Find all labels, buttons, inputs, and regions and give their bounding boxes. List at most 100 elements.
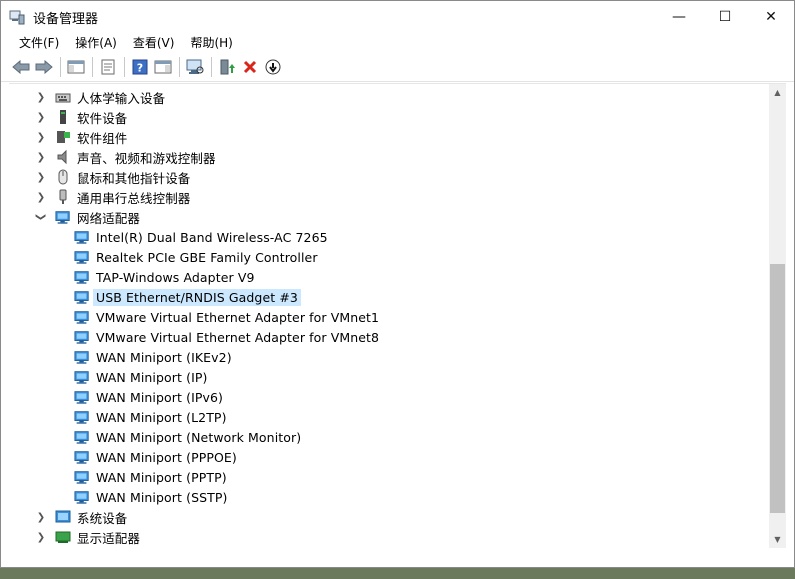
tree-item-category-1[interactable]: ❯ 软件设备: [33, 107, 130, 127]
minimize-button[interactable]: —: [656, 1, 702, 32]
tree-item-adapter-1[interactable]: Realtek PCIe GBE Family Controller: [52, 247, 321, 267]
back-button[interactable]: [11, 57, 31, 77]
console-tree-button[interactable]: [66, 57, 86, 77]
tree-item-category-6[interactable]: ❯ 网络适配器: [33, 207, 143, 227]
vertical-scrollbar[interactable]: ▲ ▼: [769, 84, 786, 548]
tree-item-label: TAP-Windows Adapter V9: [96, 269, 255, 285]
toolbar-separator: [211, 57, 212, 77]
disable-device-button[interactable]: [263, 57, 283, 77]
menu-view[interactable]: 查看(V): [125, 33, 183, 53]
system-device-icon: [55, 509, 71, 525]
window-title: 设备管理器: [33, 11, 99, 27]
menu-action[interactable]: 操作(A): [67, 33, 125, 53]
network-adapter-icon: [74, 449, 90, 465]
forward-button[interactable]: [34, 57, 54, 77]
tree-item-label: 人体学输入设备: [77, 90, 166, 106]
tree-item-label: 通用串行总线控制器: [77, 190, 191, 206]
help-button[interactable]: ?: [130, 57, 150, 77]
close-button[interactable]: ✕: [748, 1, 794, 32]
scan-hardware-button[interactable]: [185, 57, 205, 77]
scan-hardware-icon: [186, 59, 204, 74]
tree-item-label: 显示适配器: [77, 530, 141, 546]
update-driver-button[interactable]: [217, 57, 237, 77]
tree-item-adapter-4[interactable]: VMware Virtual Ethernet Adapter for VMne…: [52, 307, 382, 327]
tree-item-label: 声音、视频和游戏控制器: [77, 150, 216, 166]
menu-help[interactable]: 帮助(H): [182, 33, 240, 53]
tree-item-label: WAN Miniport (IPv6): [96, 389, 224, 405]
expand-chevron-icon[interactable]: ❯: [33, 167, 49, 187]
show-hide-console-tree-icon: [67, 60, 85, 74]
tree-item-category-4[interactable]: ❯ 鼠标和其他指针设备: [33, 167, 193, 187]
tree-item-label: 软件设备: [77, 110, 128, 126]
expand-chevron-icon[interactable]: ❯: [33, 127, 49, 147]
tree-item-adapter-5[interactable]: VMware Virtual Ethernet Adapter for VMne…: [52, 327, 382, 347]
collapse-chevron-icon[interactable]: ❯: [31, 209, 51, 225]
tree-item-adapter-12[interactable]: WAN Miniport (PPTP): [52, 467, 230, 487]
expand-chevron-icon[interactable]: ❯: [33, 147, 49, 167]
expand-chevron-icon[interactable]: ❯: [33, 87, 49, 107]
usb-icon: [55, 189, 71, 205]
back-icon: [12, 60, 30, 74]
network-adapter-icon: [74, 469, 90, 485]
tree-item-label: Intel(R) Dual Band Wireless-AC 7265: [96, 229, 328, 245]
expand-chevron-icon[interactable]: ❯: [33, 507, 49, 527]
expand-chevron-icon[interactable]: ❯: [33, 527, 49, 547]
expand-chevron-icon[interactable]: ❯: [33, 107, 49, 127]
network-adapter-icon: [74, 249, 90, 265]
properties-icon: [101, 59, 115, 75]
uninstall-device-button[interactable]: [240, 57, 260, 77]
tree-item-adapter-7[interactable]: WAN Miniport (IP): [52, 367, 210, 387]
tree-item-label: 软件组件: [77, 130, 128, 146]
tree-item-category-5[interactable]: ❯ 通用串行总线控制器: [33, 187, 193, 207]
tree-item-category-3[interactable]: ❯ 声音、视频和游戏控制器: [33, 147, 219, 167]
network-adapter-icon: [74, 329, 90, 345]
tree-item-category-0[interactable]: ❯ 人体学输入设备: [33, 87, 168, 107]
scrollbar-thumb[interactable]: [770, 264, 785, 513]
tree-item-label: Realtek PCIe GBE Family Controller: [96, 249, 318, 265]
network-adapter-icon: [74, 269, 90, 285]
tree-item-label: WAN Miniport (PPTP): [96, 469, 227, 485]
device-manager-app-icon: [9, 9, 25, 25]
tree-item-label: WAN Miniport (PPPOE): [96, 449, 237, 465]
maximize-button[interactable]: ☐: [702, 1, 748, 32]
network-adapter-icon: [74, 289, 90, 305]
tree-item-adapter-0[interactable]: Intel(R) Dual Band Wireless-AC 7265: [52, 227, 331, 247]
tree-item-adapter-11[interactable]: WAN Miniport (PPPOE): [52, 447, 240, 467]
device-tree[interactable]: ❯ 人体学输入设备 ❯ 软件设备 ❯ 软件组件 ❯ 声音、视频和游戏控制器 ❯ 鼠标和其他指针设备…: [9, 83, 786, 548]
tree-item-label: 鼠标和其他指针设备: [77, 170, 191, 186]
tree-item-label: 网络适配器: [77, 210, 141, 226]
tree-item-label: VMware Virtual Ethernet Adapter for VMne…: [96, 329, 380, 345]
tree-item-adapter-9[interactable]: WAN Miniport (L2TP): [52, 407, 230, 427]
update-driver-icon: [220, 59, 235, 75]
scroll-down-icon[interactable]: ▼: [769, 531, 786, 548]
expand-chevron-icon[interactable]: ❯: [33, 187, 49, 207]
menu-bar: 文件(F) 操作(A) 查看(V) 帮助(H): [1, 33, 794, 53]
tree-item-category-2[interactable]: ❯ 软件组件: [33, 127, 130, 147]
tree-item-adapter-13[interactable]: WAN Miniport (SSTP): [52, 487, 231, 507]
tree-item-label: 系统设备: [77, 510, 128, 526]
toolbar-separator: [92, 57, 93, 77]
software-component-icon: [55, 129, 71, 145]
scroll-up-icon[interactable]: ▲: [769, 84, 786, 101]
tree-item-adapter-8[interactable]: WAN Miniport (IPv6): [52, 387, 226, 407]
tree-item-label: WAN Miniport (IP): [96, 369, 208, 385]
tree-item-category-after-0[interactable]: ❯ 系统设备: [33, 507, 130, 527]
tree-item-adapter-10[interactable]: WAN Miniport (Network Monitor): [52, 427, 304, 447]
tree-item-adapter-6[interactable]: WAN Miniport (IKEv2): [52, 347, 235, 367]
properties-button[interactable]: [98, 57, 118, 77]
tree-item-category-after-1[interactable]: ❯ 显示适配器: [33, 527, 143, 547]
toolbar-separator: [179, 57, 180, 77]
title-bar[interactable]: 设备管理器 — ☐ ✕: [1, 1, 794, 33]
device-manager-window: 设备管理器 — ☐ ✕ 文件(F) 操作(A) 查看(V) 帮助(H) ? ❯ …: [0, 0, 795, 568]
tree-item-label: VMware Virtual Ethernet Adapter for VMne…: [96, 309, 380, 325]
tree-item-adapter-3[interactable]: USB Ethernet/RNDIS Gadget #3: [52, 287, 301, 307]
menu-file[interactable]: 文件(F): [11, 33, 67, 53]
tree-item-adapter-2[interactable]: TAP-Windows Adapter V9: [52, 267, 258, 287]
action-pane-button[interactable]: [153, 57, 173, 77]
